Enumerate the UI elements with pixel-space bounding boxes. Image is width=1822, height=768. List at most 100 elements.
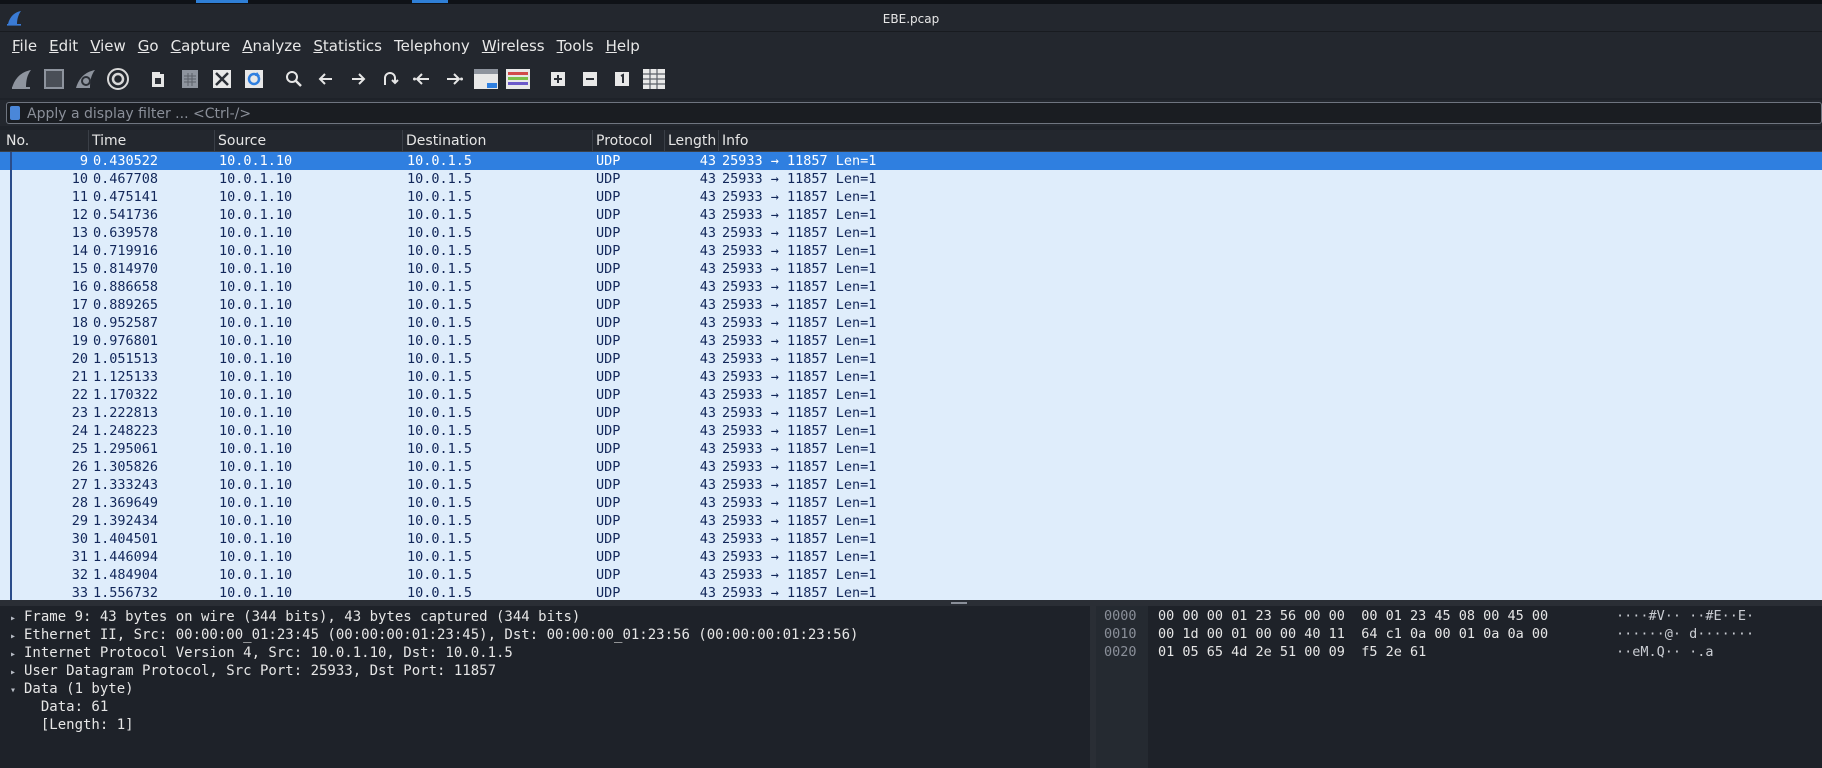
detail-line[interactable]: ▸ User Datagram Protocol, Src Port: 25933… (10, 662, 496, 680)
colorize-icon[interactable] (504, 65, 532, 93)
table-row[interactable]: 17 0.889265 10.0.1.10 10.0.1.5 UDP 43 25933 → … (0, 296, 1822, 314)
last-packet-icon[interactable] (440, 65, 468, 93)
table-row[interactable]: 11 0.475141 10.0.1.10 10.0.1.5 UDP 43 25933 → … (0, 188, 1822, 206)
column-header-no[interactable]: No. (6, 133, 29, 149)
table-row[interactable]: 28 1.369649 10.0.1.10 10.0.1.5 UDP 43 25933 → … (0, 494, 1822, 512)
menu-item-wireless[interactable]: Wireless (476, 32, 551, 60)
title-bar: EBE.pcap (0, 4, 1822, 32)
go-back-icon[interactable] (312, 65, 340, 93)
cell-dst: 10.0.1.5 (407, 225, 473, 241)
table-row[interactable]: 25 1.295061 10.0.1.10 10.0.1.5 UDP 43 25933 → … (0, 440, 1822, 458)
resize-columns-icon[interactable] (640, 65, 668, 93)
main-toolbar (0, 60, 1822, 98)
row-marker (10, 350, 12, 368)
menu-label-rest: nalyze (252, 37, 302, 55)
row-marker (10, 368, 12, 386)
table-row[interactable]: 27 1.333243 10.0.1.10 10.0.1.5 UDP 43 25933 → … (0, 476, 1822, 494)
row-marker (10, 440, 12, 458)
menu-item-edit[interactable]: Edit (43, 32, 84, 60)
find-packet-icon[interactable] (280, 65, 308, 93)
table-row[interactable]: 26 1.305826 10.0.1.10 10.0.1.5 UDP 43 25933 → … (0, 458, 1822, 476)
bookmark-icon[interactable] (10, 106, 20, 120)
cell-len: 43 (699, 243, 716, 259)
column-header-source[interactable]: Source (218, 133, 266, 149)
splitter-grip-icon (951, 602, 967, 604)
menu-item-help[interactable]: Help (600, 32, 646, 60)
table-row[interactable]: 19 0.976801 10.0.1.10 10.0.1.5 UDP 43 25933 → … (0, 332, 1822, 350)
reload-file-icon[interactable] (240, 65, 268, 93)
detail-line[interactable]: ▾ Data (1 byte) (10, 680, 134, 698)
row-marker (10, 530, 12, 548)
table-row[interactable]: 14 0.719916 10.0.1.10 10.0.1.5 UDP 43 25933 → … (0, 242, 1822, 260)
display-filter-input[interactable]: Apply a display filter ... <Ctrl-/> (6, 102, 1822, 124)
cell-proto: UDP (596, 513, 621, 529)
menu-item-view[interactable]: View (84, 32, 132, 60)
cell-no: 12 (71, 207, 88, 223)
cell-time: 1.404501 (93, 531, 159, 547)
row-marker (10, 494, 12, 512)
table-row[interactable]: 30 1.404501 10.0.1.10 10.0.1.5 UDP 43 25933 → … (0, 530, 1822, 548)
cell-no: 20 (71, 351, 88, 367)
start-capture-icon[interactable] (8, 65, 36, 93)
packet-bytes-pane: 0000 00 00 00 01 23 56 00 00 00 01 23 45 … (1096, 606, 1822, 768)
table-row[interactable]: 15 0.814970 10.0.1.10 10.0.1.5 UDP 43 25933 → … (0, 260, 1822, 278)
save-file-icon[interactable] (176, 65, 204, 93)
cell-time: 0.475141 (93, 189, 159, 205)
menu-item-file[interactable]: File (6, 32, 43, 60)
table-row[interactable]: 24 1.248223 10.0.1.10 10.0.1.5 UDP 43 25933 → … (0, 422, 1822, 440)
detail-line[interactable]: ▸ Ethernet II, Src: 00:00:00_01:23:45 (00… (10, 626, 858, 644)
table-row[interactable]: 23 1.222813 10.0.1.10 10.0.1.5 UDP 43 25933 → … (0, 404, 1822, 422)
column-header-time[interactable]: Time (92, 133, 126, 149)
table-row[interactable]: 13 0.639578 10.0.1.10 10.0.1.5 UDP 43 25933 → … (0, 224, 1822, 242)
restart-capture-icon[interactable] (72, 65, 100, 93)
table-row[interactable]: 32 1.484904 10.0.1.10 10.0.1.5 UDP 43 25933 → … (0, 566, 1822, 584)
menu-item-statistics[interactable]: Statistics (307, 32, 388, 60)
capture-options-icon[interactable] (104, 65, 132, 93)
menu-item-telephony[interactable]: Telephony (388, 32, 476, 60)
hex-ascii: ··eM.Q·· ·.a (1616, 644, 1714, 660)
column-header-destination[interactable]: Destination (406, 133, 486, 149)
table-row[interactable]: 9 0.430522 10.0.1.10 10.0.1.5 UDP 43 25933 → 1… (0, 152, 1822, 170)
column-header-length[interactable]: Length (668, 133, 716, 149)
table-row[interactable]: 16 0.886658 10.0.1.10 10.0.1.5 UDP 43 25933 → … (0, 278, 1822, 296)
detail-line[interactable]: Data: 61 (10, 698, 108, 716)
detail-line[interactable]: [Length: 1] (10, 716, 134, 734)
table-row[interactable]: 12 0.541736 10.0.1.10 10.0.1.5 UDP 43 25933 → … (0, 206, 1822, 224)
table-row[interactable]: 20 1.051513 10.0.1.10 10.0.1.5 UDP 43 25933 → … (0, 350, 1822, 368)
cell-dst: 10.0.1.5 (407, 387, 473, 403)
autoscroll-icon[interactable] (472, 65, 500, 93)
table-row[interactable]: 18 0.952587 10.0.1.10 10.0.1.5 UDP 43 25933 → … (0, 314, 1822, 332)
detail-line[interactable]: ▸ Internet Protocol Version 4, Src: 10.0.… (10, 644, 513, 662)
column-header-info[interactable]: Info (722, 133, 749, 149)
go-to-packet-icon[interactable] (376, 65, 404, 93)
menu-item-tools[interactable]: Tools (551, 32, 600, 60)
menu-item-capture[interactable]: Capture (165, 32, 237, 60)
table-row[interactable]: 33 1.556732 10.0.1.10 10.0.1.5 UDP 43 25933 → … (0, 584, 1822, 600)
detail-line[interactable]: ▸ Frame 9: 43 bytes on wire (344 bits), 4… (10, 608, 580, 626)
normal-size-icon[interactable] (608, 65, 636, 93)
cell-src: 10.0.1.10 (219, 261, 293, 277)
cell-proto: UDP (596, 279, 621, 295)
cell-src: 10.0.1.10 (219, 207, 293, 223)
menu-item-go[interactable]: Go (132, 32, 165, 60)
column-header-protocol[interactable]: Protocol (596, 133, 652, 149)
table-row[interactable]: 22 1.170322 10.0.1.10 10.0.1.5 UDP 43 25933 → … (0, 386, 1822, 404)
cell-dst: 10.0.1.5 (407, 459, 473, 475)
zoom-in-icon[interactable] (544, 65, 572, 93)
table-row[interactable]: 10 0.467708 10.0.1.10 10.0.1.5 UDP 43 25933 → … (0, 170, 1822, 188)
menu-item-analyze[interactable]: Analyze (236, 32, 307, 60)
close-file-icon[interactable] (208, 65, 236, 93)
open-file-icon[interactable] (144, 65, 172, 93)
table-row[interactable]: 31 1.446094 10.0.1.10 10.0.1.5 UDP 43 25933 → … (0, 548, 1822, 566)
cell-dst: 10.0.1.5 (407, 333, 473, 349)
stop-capture-icon[interactable] (40, 65, 68, 93)
table-row[interactable]: 29 1.392434 10.0.1.10 10.0.1.5 UDP 43 25933 → … (0, 512, 1822, 530)
zoom-out-icon[interactable] (576, 65, 604, 93)
cell-time: 1.333243 (93, 477, 159, 493)
cell-proto: UDP (596, 567, 621, 583)
menu-label-rest: iew (100, 37, 126, 55)
table-row[interactable]: 21 1.125133 10.0.1.10 10.0.1.5 UDP 43 25933 → … (0, 368, 1822, 386)
go-forward-icon[interactable] (344, 65, 372, 93)
cell-no: 30 (71, 531, 88, 547)
first-packet-icon[interactable] (408, 65, 436, 93)
